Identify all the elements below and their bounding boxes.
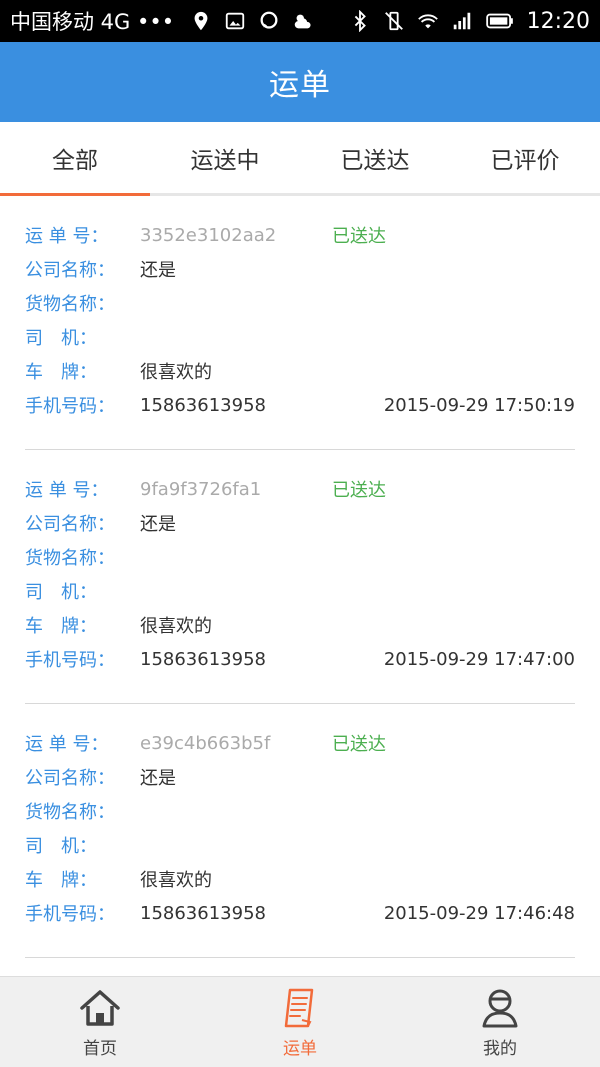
goods-row: 货物名称： — [25, 540, 575, 574]
nav-profile[interactable]: 我的 — [400, 977, 600, 1067]
plate-value: 很喜欢的 — [140, 616, 212, 637]
driver-label: 司 机： — [25, 582, 97, 603]
status-badge: 已送达 — [332, 480, 386, 501]
order-card[interactable]: 运 单 号： e39c4b663b5f 已送达 公司名称： 还是 货物名称： 司… — [25, 704, 575, 958]
company-row: 公司名称： 还是 — [25, 506, 575, 540]
phone-value: 15863613958 — [140, 648, 266, 670]
system-icons: 12:20 — [349, 9, 590, 34]
chat-icon — [260, 11, 278, 29]
location-icon — [194, 11, 208, 31]
company-row: 公司名称： 还是 — [25, 252, 575, 286]
company-row: 公司名称： 还是 — [25, 760, 575, 794]
title-bar: 运单 — [0, 42, 600, 122]
phone-label: 手机号码： — [25, 396, 115, 417]
driver-label: 司 机： — [25, 836, 97, 857]
plate-row: 车 牌： 很喜欢的 — [25, 608, 575, 642]
signal-icon — [453, 12, 470, 30]
phone-row: 手机号码： 15863613958 2015-09-29 17:50:19 — [25, 388, 575, 422]
nav-home-label: 首页 — [83, 1038, 117, 1059]
driver-row: 司 机： — [25, 320, 575, 354]
order-no-label: 运 单 号： — [25, 226, 109, 247]
phone-label: 手机号码： — [25, 650, 115, 671]
clock: 12:20 — [526, 8, 590, 34]
weather-icon — [294, 14, 311, 29]
company-label: 公司名称： — [25, 514, 115, 535]
order-card[interactable]: 运 单 号： 9fa9f3726fa1 已送达 公司名称： 还是 货物名称： 司… — [25, 450, 575, 704]
plate-label: 车 牌： — [25, 362, 97, 383]
goods-label: 货物名称： — [25, 802, 115, 823]
tab-reviewed[interactable]: 已评价 — [450, 122, 600, 193]
goods-label: 货物名称： — [25, 548, 115, 569]
phone-value: 15863613958 — [140, 394, 266, 416]
order-datetime: 2015-09-29 17:50:19 — [383, 394, 575, 416]
order-no-label: 运 单 号： — [25, 480, 109, 501]
driver-row: 司 机： — [25, 828, 575, 862]
goods-row: 货物名称： — [25, 794, 575, 828]
company-value: 还是 — [140, 514, 176, 535]
order-datetime: 2015-09-29 17:47:00 — [383, 648, 575, 670]
nav-profile-label: 我的 — [483, 1038, 517, 1059]
order-no-label: 运 单 号： — [25, 734, 109, 755]
plate-label: 车 牌： — [25, 870, 97, 891]
plate-row: 车 牌： 很喜欢的 — [25, 862, 575, 896]
order-card[interactable]: 运 单 号： 3352e3102aa2 已送达 公司名称： 还是 货物名称： 司… — [25, 196, 575, 450]
order-no-value: 3352e3102aa2 — [140, 224, 277, 246]
goods-row: 货物名称： — [25, 286, 575, 320]
waybill-icon — [284, 988, 314, 1027]
bottom-nav: 首页 运单 我的 — [0, 976, 600, 1067]
bluetooth-icon — [354, 10, 366, 32]
filter-tabs: 全部 运送中 已送达 已评价 — [0, 122, 600, 196]
company-value: 还是 — [140, 768, 176, 789]
phone-label: 手机号码： — [25, 904, 115, 925]
order-list: 运 单 号： 3352e3102aa2 已送达 公司名称： 还是 货物名称： 司… — [0, 196, 600, 976]
page-title: 运单 — [269, 68, 331, 103]
order-no-row: 运 单 号： 9fa9f3726fa1 已送达 — [25, 472, 575, 506]
wifi-icon — [417, 14, 438, 29]
vibrate-off-icon — [384, 11, 403, 31]
driver-row: 司 机： — [25, 574, 575, 608]
driver-label: 司 机： — [25, 328, 97, 349]
nav-waybill[interactable]: 运单 — [200, 977, 400, 1067]
plate-row: 车 牌： 很喜欢的 — [25, 354, 575, 388]
order-no-value: 9fa9f3726fa1 — [140, 478, 262, 500]
plate-value: 很喜欢的 — [140, 362, 212, 383]
status-badge: 已送达 — [332, 734, 386, 755]
nav-waybill-label: 运单 — [283, 1038, 317, 1059]
carrier-text: 中国移动 4G ••• — [10, 10, 175, 34]
notification-icons — [190, 10, 314, 32]
image-icon — [225, 12, 245, 30]
order-no-value: e39c4b663b5f — [140, 732, 271, 754]
order-datetime: 2015-09-29 17:46:48 — [383, 902, 575, 924]
company-label: 公司名称： — [25, 260, 115, 281]
order-no-row: 运 单 号： e39c4b663b5f 已送达 — [25, 726, 575, 760]
nav-home[interactable]: 首页 — [0, 977, 200, 1067]
tab-delivered[interactable]: 已送达 — [300, 122, 450, 193]
company-value: 还是 — [140, 260, 176, 281]
phone-row: 手机号码： 15863613958 2015-09-29 17:47:00 — [25, 642, 575, 676]
status-bar: 中国移动 4G ••• 12:20 — [0, 0, 600, 42]
status-badge: 已送达 — [332, 226, 386, 247]
tab-all[interactable]: 全部 — [0, 122, 150, 196]
phone-row: 手机号码： 15863613958 2015-09-29 17:46:48 — [25, 896, 575, 930]
phone-value: 15863613958 — [140, 902, 266, 924]
profile-icon — [482, 989, 518, 1027]
plate-label: 车 牌： — [25, 616, 97, 637]
battery-icon — [485, 13, 513, 29]
plate-value: 很喜欢的 — [140, 870, 212, 891]
home-icon — [80, 989, 120, 1026]
tab-in-transit[interactable]: 运送中 — [150, 122, 300, 193]
company-label: 公司名称： — [25, 768, 115, 789]
order-no-row: 运 单 号： 3352e3102aa2 已送达 — [25, 218, 575, 252]
goods-label: 货物名称： — [25, 294, 115, 315]
